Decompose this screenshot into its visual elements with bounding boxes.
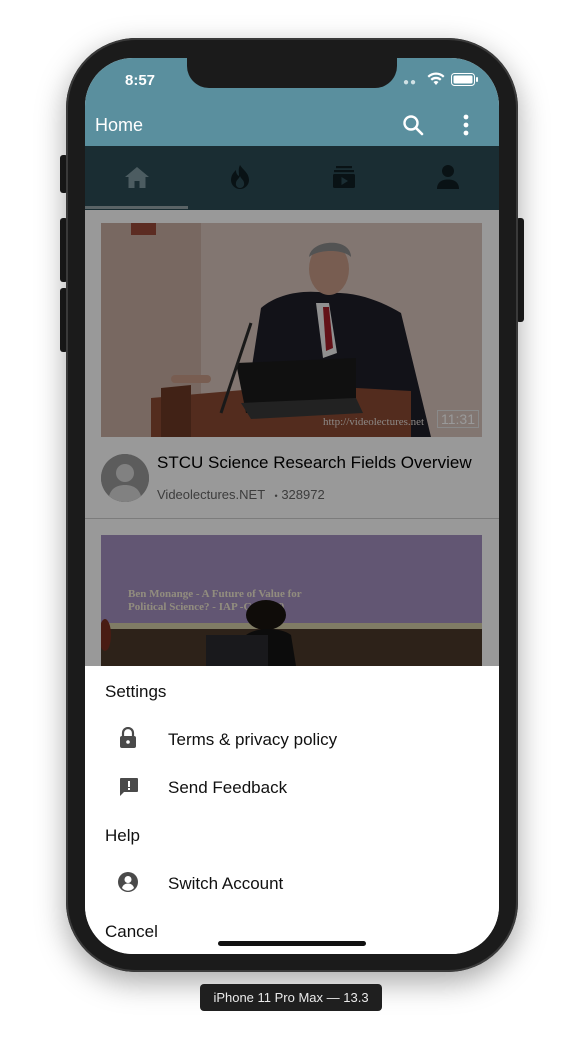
send-feedback-item[interactable]: Send Feedback <box>168 778 287 798</box>
page-title: Home <box>95 115 144 135</box>
modal-backdrop[interactable] <box>85 146 499 666</box>
action-sheet: Settings Terms & privacy policy Send Fee… <box>85 666 499 954</box>
settings-header[interactable]: Settings <box>105 682 166 702</box>
cancel-button[interactable]: Cancel <box>105 922 158 942</box>
account-circle-icon <box>118 872 138 892</box>
terms-privacy-item[interactable]: Terms & privacy policy <box>168 730 337 750</box>
search-icon[interactable] <box>402 114 424 136</box>
home-indicator[interactable] <box>218 941 366 946</box>
status-time: 8:57 <box>125 72 156 89</box>
help-item[interactable]: Help <box>105 826 140 846</box>
device-notch <box>187 58 397 88</box>
signal-dots-icon: ●● <box>403 77 418 88</box>
feedback-icon <box>120 778 138 796</box>
app-bar <box>85 102 499 146</box>
wifi-icon <box>427 72 445 85</box>
battery-icon <box>451 73 478 86</box>
phone-screen: 8:57 ●● Home http://videolectures.net 11… <box>85 58 499 954</box>
more-options-icon[interactable] <box>461 114 471 136</box>
switch-account-item[interactable]: Switch Account <box>168 874 283 894</box>
lock-icon <box>120 727 136 748</box>
device-label: iPhone 11 Pro Max — 13.3 <box>200 984 382 1011</box>
